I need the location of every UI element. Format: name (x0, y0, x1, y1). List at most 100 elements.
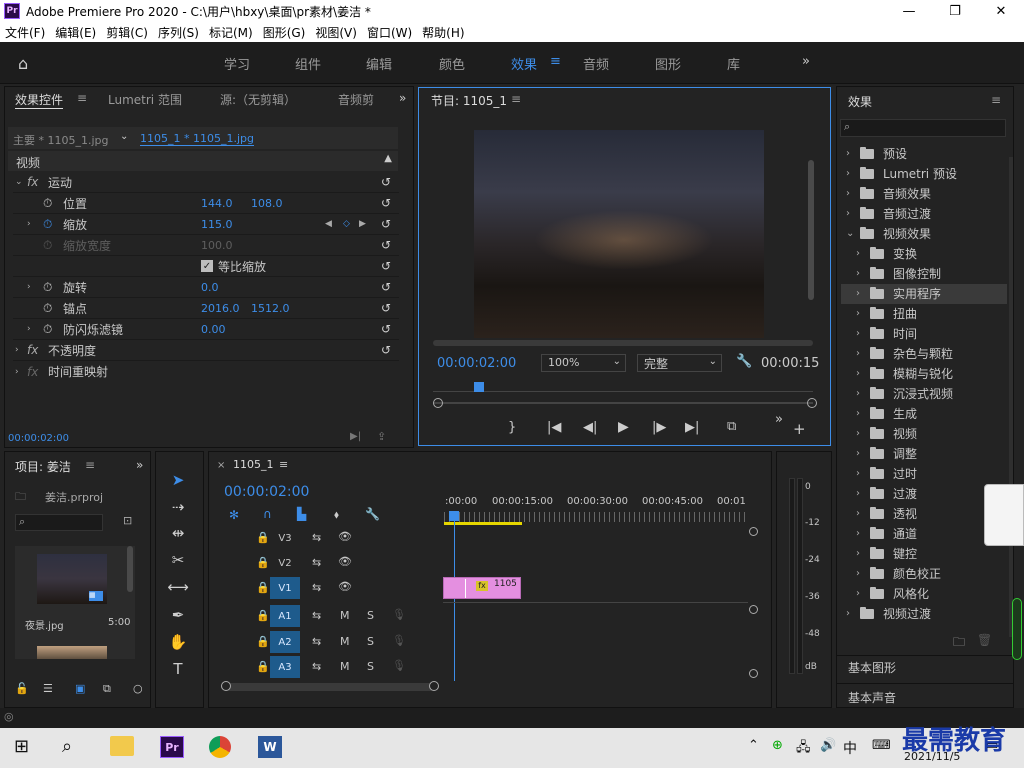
wrench-icon[interactable]: 🔧 (365, 507, 380, 521)
reset-icon[interactable]: ↺ (381, 196, 391, 210)
track-label[interactable]: A2 (270, 631, 300, 653)
hand-tool-icon[interactable]: ✋ (165, 631, 191, 653)
slip-tool-icon[interactable]: ⟷ (165, 576, 191, 598)
zoom-slider-icon[interactable]: ○ (133, 682, 143, 695)
lock-icon[interactable]: 🔒 (256, 581, 270, 594)
export-frame-icon[interactable]: ⧉ (727, 419, 736, 434)
position-y-value[interactable]: 108.0 (251, 197, 283, 210)
linked-selection-icon[interactable]: ∩ (263, 507, 272, 521)
effects-tree-item[interactable]: › 颜色校正 (842, 563, 1004, 583)
step-back-icon[interactable]: ◀| (583, 420, 597, 435)
menu-markers[interactable]: 标记(M) (204, 24, 258, 41)
chevron-right-icon[interactable]: › (846, 168, 850, 179)
project-tab[interactable]: 项目: 姜洁 (15, 458, 71, 475)
position-x-value[interactable]: 144.0 (201, 197, 233, 210)
effect-row-rotation[interactable]: › ⏱ 旋转 0.0 ↺ (13, 277, 399, 298)
wrench-icon[interactable]: 🔧 (736, 354, 752, 369)
panel-overflow-icon[interactable]: » (136, 458, 143, 472)
preview-scrollbar[interactable] (808, 160, 814, 300)
chevron-right-icon[interactable]: › (856, 468, 860, 479)
preview-h-scrollbar[interactable] (433, 340, 813, 346)
lock-icon[interactable]: 🔒 (256, 660, 270, 673)
chevron-right-icon[interactable]: › (856, 308, 860, 319)
track-a3[interactable]: 🔒 A3 ⇆ M S 🎙 (208, 656, 748, 678)
solo-button[interactable]: S (367, 609, 374, 622)
effect-row-uniform-scale[interactable]: ✓ 等比缩放 ↺ (13, 256, 399, 277)
menu-view[interactable]: 视图(V) (310, 24, 362, 41)
snap-icon[interactable]: ✻ (229, 508, 239, 522)
lock-icon[interactable]: 🔒 (256, 609, 270, 622)
list-view-icon[interactable]: ☰ (43, 682, 53, 695)
effects-tree-item[interactable]: › 音频效果 (842, 183, 1004, 203)
type-tool-icon[interactable]: T (165, 658, 191, 680)
scroll-handle[interactable] (749, 669, 758, 678)
effects-tree-item[interactable]: › 沉浸式视频 (842, 383, 1004, 403)
tab-menu-icon[interactable]: ≡ (85, 458, 95, 472)
play-audio-icon[interactable]: ▶| (350, 431, 361, 442)
reset-icon[interactable]: ↺ (381, 175, 391, 189)
home-icon[interactable]: ⌂ (18, 54, 28, 73)
effects-tree-item[interactable]: › 风格化 (842, 583, 1004, 603)
flicker-value[interactable]: 0.00 (201, 323, 226, 336)
effect-row-motion[interactable]: ⌄ fx 运动 ↺ (13, 172, 399, 193)
lock-icon[interactable]: 🔒 (256, 635, 270, 648)
next-keyframe-icon[interactable]: ▶ (359, 219, 366, 229)
workspace-audio[interactable]: 音频 (583, 54, 609, 73)
master-clip-label[interactable]: 主要 * 1105_1.jpg (13, 132, 109, 148)
microphone-icon[interactable]: 🎙 (392, 608, 406, 621)
track-label[interactable]: V2 (270, 552, 300, 574)
track-v1[interactable]: 🔒 V1 ⇆ 👁 fx 1105 (208, 577, 748, 599)
chevron-right-icon[interactable]: › (856, 268, 860, 279)
minimize-button[interactable]: — (886, 0, 932, 22)
windows-start-icon[interactable]: ⊞ (14, 736, 29, 757)
uniform-scale-checkbox[interactable]: ✓ (201, 260, 213, 272)
premiere-taskbar-icon[interactable]: Pr (160, 736, 184, 758)
reset-icon[interactable]: ↺ (381, 280, 391, 294)
track-select-tool-icon[interactable]: ⇢ (165, 496, 191, 518)
basic-audio-tab[interactable]: 基本声音 (848, 689, 896, 706)
timeline-timecode[interactable]: 00:00:02:00 (224, 484, 309, 500)
eye-icon[interactable]: 👁 (338, 530, 352, 543)
workspace-menu-icon[interactable]: ≡ (550, 54, 561, 69)
chevron-right-icon[interactable]: › (856, 548, 860, 559)
network-icon[interactable]: 🖧 (796, 738, 811, 760)
effect-row-position[interactable]: ⏱ 位置 144.0 108.0 ↺ (13, 193, 399, 214)
track-a1[interactable]: 🔒 A1 ⇆ M S 🎙 (208, 605, 748, 627)
ime-indicator[interactable]: 中 (843, 738, 857, 758)
add-marker-icon[interactable]: ▙ (297, 507, 306, 521)
chevron-right-icon[interactable]: › (856, 408, 860, 419)
scroll-handle[interactable] (749, 605, 758, 614)
stopwatch-icon[interactable]: ⏱ (43, 280, 52, 295)
effects-tree-item[interactable]: › 视频过渡 (842, 603, 1004, 623)
chrome-icon[interactable] (209, 736, 231, 758)
chevron-right-icon[interactable]: › (846, 608, 850, 619)
new-bin-folder-icon[interactable]: 🗀 (953, 633, 965, 654)
zoom-select[interactable]: 100% ⌄ (541, 354, 626, 372)
effect-controls-timecode[interactable]: 00:00:02:00 (8, 433, 69, 444)
sync-lock-icon[interactable]: ⇆ (312, 531, 321, 544)
chevron-right-icon[interactable]: › (856, 348, 860, 359)
effects-tree-item[interactable]: › 模糊与锐化 (842, 363, 1004, 383)
track-v3[interactable]: 🔒 V3 ⇆ 👁 (208, 527, 748, 549)
sync-lock-icon[interactable]: ⇆ (312, 581, 321, 594)
workspace-color[interactable]: 颜色 (439, 54, 465, 73)
sync-lock-icon[interactable]: ⇆ (312, 660, 321, 673)
effect-row-anchor[interactable]: ⏱ 锚点 2016.0 1512.0 ↺ (13, 298, 399, 319)
effects-tree-item[interactable]: › 预设 (842, 143, 1004, 163)
effects-tree-item[interactable]: › 视频 (842, 423, 1004, 443)
stopwatch-icon[interactable]: ⏱ (43, 322, 52, 337)
prev-keyframe-icon[interactable]: ◀ (325, 219, 332, 229)
scale-value[interactable]: 115.0 (201, 218, 233, 231)
icon-view-icon[interactable]: ▣ (75, 682, 85, 695)
mark-out-icon[interactable]: } (508, 420, 516, 435)
microphone-icon[interactable]: 🎙 (392, 659, 406, 672)
effects-tree-item[interactable]: › 图像控制 (842, 263, 1004, 283)
scroll-handle[interactable] (749, 527, 758, 536)
pen-tool-icon[interactable]: ✒ (165, 604, 191, 626)
timeline-tab[interactable]: 1105_1 (233, 458, 274, 471)
tab-source[interactable]: 源:（无剪辑） (220, 91, 296, 108)
sync-lock-icon[interactable]: ⇆ (312, 556, 321, 569)
effects-tree-item[interactable]: › 时间 (842, 323, 1004, 343)
reset-icon[interactable]: ↺ (381, 301, 391, 315)
effects-tree-item[interactable]: › Lumetri 预设 (842, 163, 1004, 183)
